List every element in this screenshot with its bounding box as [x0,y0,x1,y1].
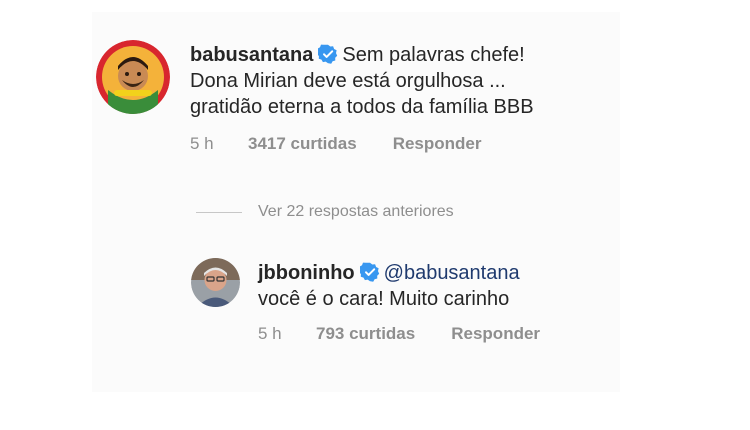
avatar-image [96,40,170,114]
avatar[interactable] [96,40,170,114]
comment-text-line-3: gratidão eterna a todos da família BBB [190,96,534,118]
verified-badge-icon [317,44,338,64]
comment-time[interactable]: 5 h [258,324,302,344]
likes-count[interactable]: 3417 curtidas [248,134,357,154]
mention-link[interactable]: @babusantana [384,262,520,284]
comment-text-line-1: você é o cara! Muito carinho [258,288,510,310]
verified-badge-icon [358,262,380,282]
avatar-image [191,258,240,307]
username[interactable]: babusantana [190,44,313,66]
comment-jbboninho: jbboninho @babusantana você é o cara! Mui… [191,258,618,344]
reply-button[interactable]: Responder [451,324,540,344]
avatar[interactable] [191,258,240,307]
comment-text-line-1: Sem palavras chefe! [342,44,525,66]
likes-count[interactable]: 793 curtidas [316,324,415,344]
view-previous-replies-label: Ver 22 respostas anteriores [258,203,454,220]
username[interactable]: jbboninho [258,262,355,284]
comment-text-line-2: Dona Mirian deve está orgulhosa ... [190,70,506,92]
comment-babusantana: babusantana Sem palavras chefe! Dona Miri… [96,40,610,154]
view-previous-replies[interactable]: Ver 22 respostas anteriores [196,203,454,221]
cropped-next-replies-row [262,392,452,397]
reply-button[interactable]: Responder [393,134,482,154]
comment-time[interactable]: 5 h [190,134,234,154]
divider-line [196,211,242,213]
